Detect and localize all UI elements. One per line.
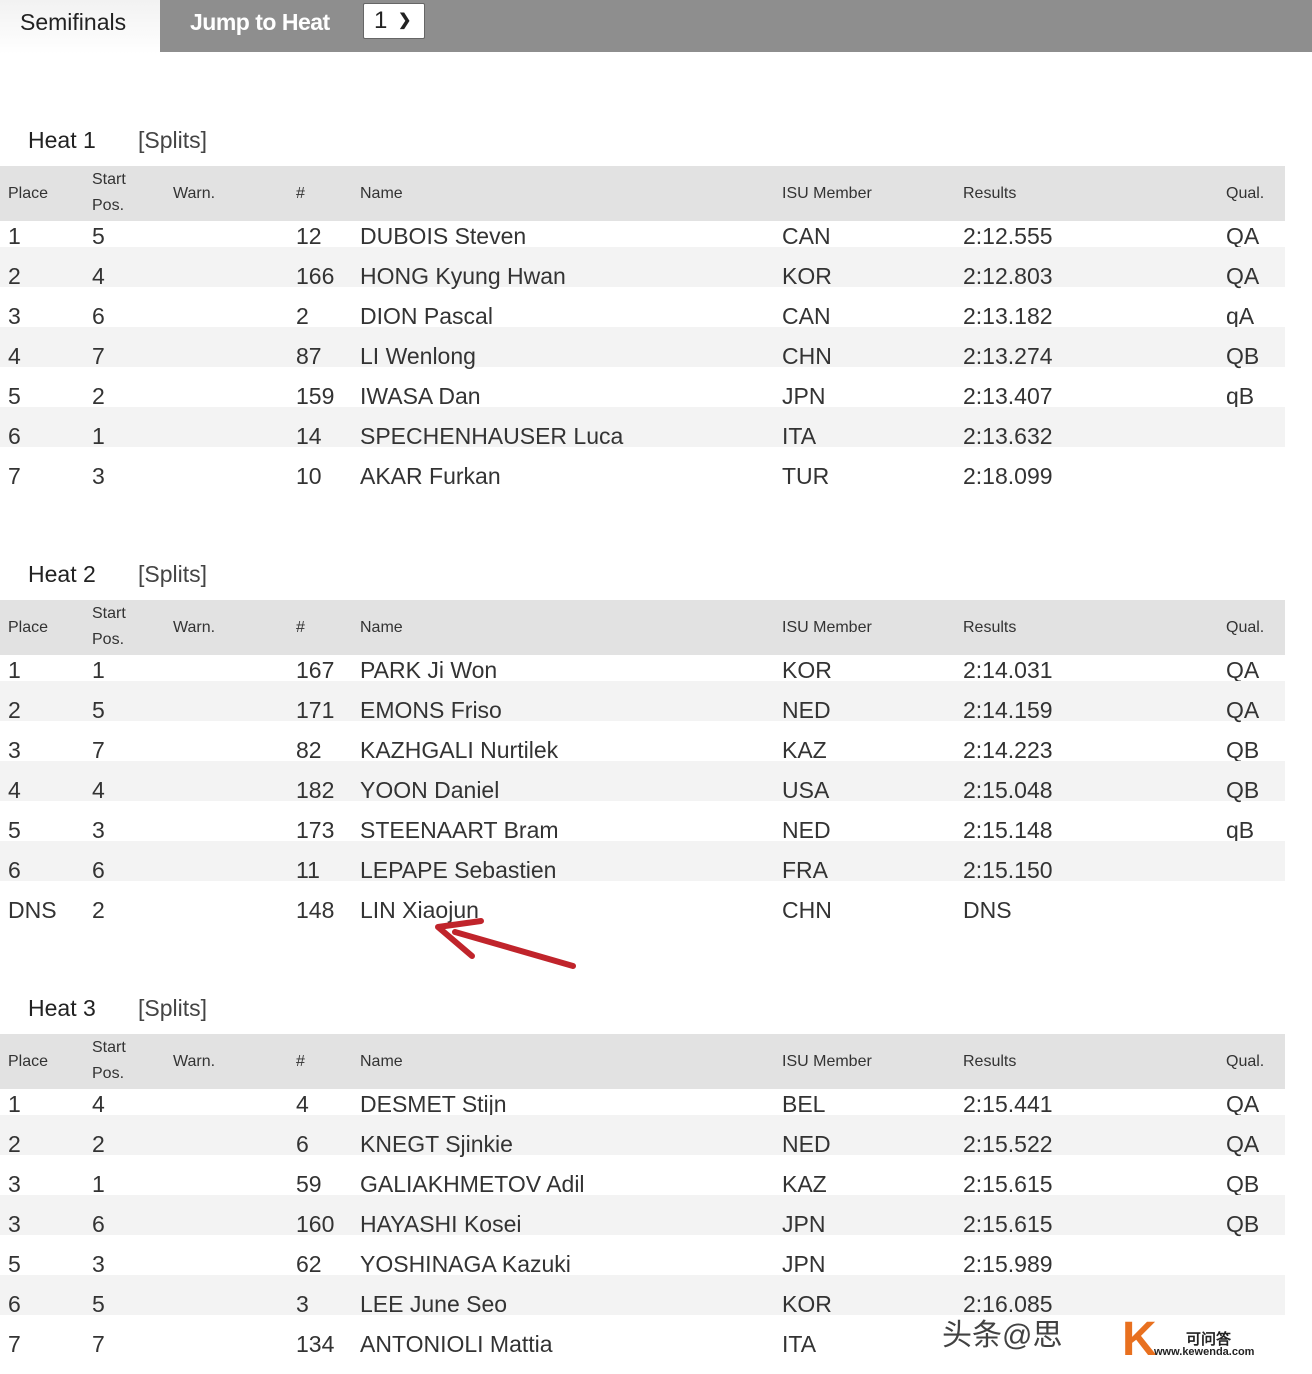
annotation-arrow	[435, 918, 576, 969]
watermark: 头条@思	[942, 1319, 1063, 1352]
kewenda-logo: K 可问答 www.kewenda.com	[1122, 1313, 1255, 1366]
